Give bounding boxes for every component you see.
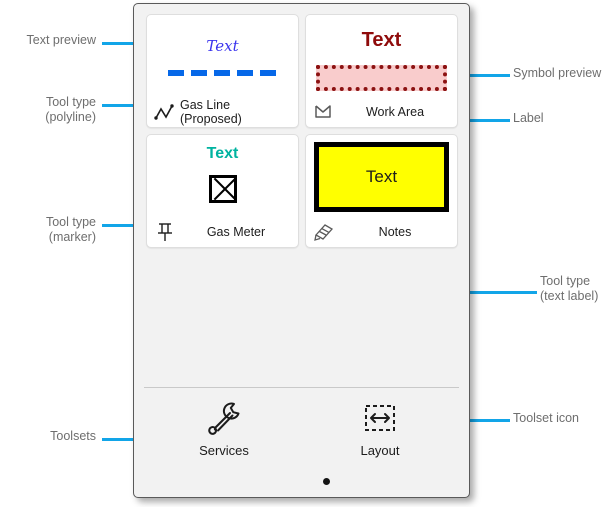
layout-arrows-icon [360, 396, 400, 440]
wrench-icon [204, 396, 244, 440]
page-indicator-dot[interactable] [323, 478, 330, 485]
pushpin-icon [150, 219, 180, 245]
symbol-preview-crossed-square [208, 175, 237, 203]
tool-palette-panel: Text Gas Line (Proposed) Text Work Area … [133, 3, 470, 498]
polygon-icon [309, 99, 339, 125]
toolset-services[interactable]: Services [146, 396, 302, 458]
tool-card-footer-notes: Notes [306, 217, 457, 247]
text-preview-notes: Text [365, 167, 398, 186]
symbol-preview-filled-rectangle: Text [314, 142, 449, 212]
annotation-tool-type-polyline: Tool type (polyline) [45, 95, 96, 124]
tool-card-work-area[interactable]: Text Work Area [305, 14, 458, 128]
annotation-symbol-preview: Symbol preview [513, 66, 602, 80]
tool-card-gas-line-proposed[interactable]: Text Gas Line (Proposed) [146, 14, 299, 128]
tool-preview-gas-line: Text [147, 15, 298, 99]
tool-card-footer-gas-line: Gas Line (Proposed) [147, 97, 298, 127]
annotation-text-preview: Text preview [26, 33, 96, 47]
text-preview-work-area: Text [361, 29, 402, 51]
toolsets-divider [144, 387, 459, 388]
tool-label-gas-meter: Gas Meter [206, 225, 266, 239]
tool-card-notes[interactable]: Text Notes [305, 134, 458, 248]
toolset-layout[interactable]: Layout [302, 396, 458, 458]
annotation-tool-type-marker: Tool type (marker) [45, 215, 96, 244]
tool-card-footer-work-area: Work Area [306, 97, 457, 127]
symbol-preview-dashed-line [168, 70, 279, 76]
symbol-preview-dotted-rectangle [316, 65, 447, 91]
tool-label-notes: Notes [378, 225, 412, 239]
tool-card-footer-gas-meter: Gas Meter [147, 217, 298, 247]
tool-card-gas-meter[interactable]: Text Gas Meter [146, 134, 299, 248]
tool-label-gas-line-proposed: Gas Line (Proposed) [180, 98, 242, 126]
annotation-tool-type-text-label: Tool type (text label) [540, 274, 599, 303]
tool-preview-notes: Text [306, 135, 457, 219]
tool-label-work-area: Work Area [365, 105, 425, 119]
text-preview-gas-line: Text [206, 37, 239, 55]
tool-preview-gas-meter: Text [147, 135, 298, 219]
toolset-label-layout: Layout [360, 443, 400, 458]
tool-card-grid: Text Gas Line (Proposed) Text Work Area … [146, 14, 459, 248]
annotation-toolset-icon: Toolset icon [513, 411, 580, 425]
toolset-label-services: Services [199, 443, 249, 458]
toolsets-bar: Services Layout [146, 396, 459, 458]
annotation-toolsets: Toolsets [50, 429, 96, 443]
text-preview-gas-meter: Text [206, 145, 239, 162]
tool-preview-work-area: Text [306, 15, 457, 99]
note-pencil-icon [309, 219, 339, 245]
polyline-icon [150, 99, 180, 125]
annotation-label: Label [513, 111, 544, 125]
